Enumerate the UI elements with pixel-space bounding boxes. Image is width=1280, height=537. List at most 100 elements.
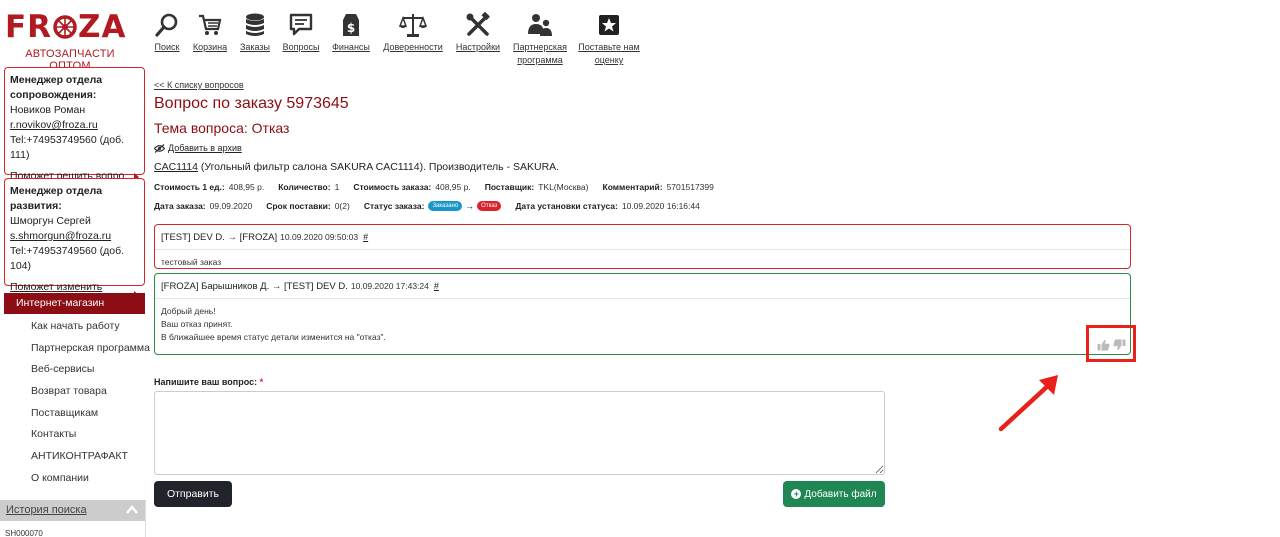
info-label: Комментарий: [602,182,663,192]
message-anchor-link[interactable]: # [434,281,439,291]
info-label: Статус заказа: [363,201,425,211]
message-body: Добрый день! Ваш отказ принят. В ближайш… [155,299,1130,344]
sidebar-menu: Как начать работу Партнерская программа … [31,318,150,492]
search-history-toggle[interactable]: История поиска [0,500,145,521]
nav-settings[interactable]: Настройки [455,12,501,54]
message-header: [FROZA] Барышников Д. → [TEST] DEV D. 10.… [155,274,1130,292]
info-label: Количество: [278,182,331,192]
message-card: [FROZA] Барышников Д. → [TEST] DEV D. 10.… [154,273,1131,355]
nav-orders-label: Заказы [239,42,271,52]
order-cost-value: 408,95 р. [435,182,471,192]
quantity-value: 1 [334,182,340,192]
tools-icon [466,12,490,36]
nav-orders[interactable]: Заказы [239,12,271,54]
add-file-label: Добавить файл [804,488,877,500]
nav-partner-label-2: программа [517,55,563,65]
back-to-questions-link[interactable]: << К списку вопросов [154,80,244,90]
money-bag-icon: $ [343,14,359,36]
thumbs-up-icon[interactable] [1097,339,1110,351]
annotation-arrow-icon [998,375,1058,432]
info-label: Дата заказа: [154,201,206,211]
rating-highlight-box [1086,325,1136,362]
info-label: Поставщик: [484,182,535,192]
nav-questions[interactable]: Вопросы [282,12,320,54]
add-to-archive-label: Добавить в архив [168,143,242,153]
info-label: Стоимость 1 ед.: [154,182,225,192]
sidebar-item-suppliers[interactable]: Поставщикам [31,405,150,427]
scales-icon [399,14,427,37]
send-button[interactable]: Отправить [154,481,232,507]
question-label-text: Напишите ваш вопрос: [154,377,258,387]
question-input-label: Напишите ваш вопрос: * [154,377,263,387]
page-title: Вопрос по заказу 5973645 [154,95,349,112]
manager-phone: Tel:+74953749560 (доб. 111) [10,134,125,161]
nav-rate-label-1: Поставьте нам [578,42,640,52]
required-mark: * [257,377,264,387]
database-icon [246,13,264,36]
delivery-value: 0(2) [334,201,350,211]
message-anchor-link[interactable]: # [363,232,368,242]
manager-title: сопровождения: [10,89,97,101]
message-author: [FROZA] Барышников Д. → [TEST] DEV D. [161,281,348,292]
support-manager-card: Менеджер отдела сопровождения: Новиков Р… [4,67,145,182]
question-textarea[interactable] [154,391,885,475]
add-file-button[interactable]: + Добавить файл [783,481,885,507]
message-line: Ваш отказ принят. [161,319,233,329]
plus-circle-icon: + [791,489,802,499]
sidebar-menu-head[interactable]: Интернет-магазин [4,293,145,314]
search-history-item[interactable]: SH000070 [5,529,43,537]
sidebar-divider [145,500,146,537]
nav-rate-us[interactable]: Поставьте нам оценку [578,12,640,67]
status-badge-ordered: Заказано [428,201,463,211]
part-code-link[interactable]: CAC1114 [154,161,198,173]
arrow-right-icon: → [465,201,475,211]
order-date-value: 09.09.2020 [209,201,253,211]
nav-search-label: Поиск [154,42,180,52]
order-info-line-2: Дата заказа: 09.09.2020 Срок поставки: 0(2… [154,201,714,211]
message-body: тестовый заказ [155,250,1130,269]
message-card: [TEST] DEV D. → [FROZA] 10.09.2020 09:50:… [154,224,1131,269]
comment-value: 5701517399 [666,182,714,192]
sidebar-item-partner-program[interactable]: Партнерская программа [31,340,150,362]
nav-partner-program[interactable]: Партнерская программа [512,12,568,67]
info-label: Срок поставки: [266,201,331,211]
nav-powers-label: Доверенности [383,42,443,52]
manager-phone: Tel:+74953749560 (доб. 104) [10,245,125,272]
question-topic: Тема вопроса: Отказ [154,120,290,136]
chevron-up-icon [126,505,138,514]
sidebar-item-anticounterfeit[interactable]: АНТИКОНТРАФАКТ [31,448,150,470]
sidebar-item-web-services[interactable]: Веб-сервисы [31,361,150,383]
unit-price-value: 408,95 р. [228,182,265,192]
status-date-value: 10.09.2020 16:16:44 [621,201,700,211]
message-line: тестовый заказ [161,257,222,267]
message-date: 10.09.2020 09:50:03 [280,232,359,242]
cart-icon [199,14,222,35]
add-to-archive-link[interactable]: Добавить в архив [154,143,242,153]
manager-title: Менеджер отдела [10,185,103,197]
froza-logo[interactable]: FR ZA АВТОЗАПЧАСТИ ОПТОМ [5,10,135,72]
thumbs-down-icon[interactable] [1113,339,1126,351]
status-badge-refused: Отказ [477,201,502,211]
sidebar-item-contacts[interactable]: Контакты [31,426,150,448]
sidebar-item-returns[interactable]: Возврат товара [31,383,150,405]
logo-word-left: FR [5,9,53,45]
nav-questions-label: Вопросы [282,42,320,52]
star-icon [599,15,619,35]
nav-powers[interactable]: Доверенности [383,12,443,54]
message-header: [TEST] DEV D. → [FROZA] 10.09.2020 09:50:… [155,225,1130,243]
nav-cart[interactable]: Корзина [192,12,228,54]
search-icon [155,13,178,37]
logo-wordmark: FR ZA [5,10,135,44]
supplier-value: TKL(Москва) [538,182,589,192]
message-line: В ближайшее время статус детали изменитс… [161,332,386,342]
message-line: Добрый день! [161,306,216,316]
sidebar-item-about[interactable]: О компании [31,470,150,492]
manager-email-link[interactable]: r.novikov@froza.ru [10,118,139,133]
manager-email-link[interactable]: s.shmorgun@froza.ru [10,229,139,244]
nav-search[interactable]: Поиск [152,12,182,54]
message-author: [TEST] DEV D. → [FROZA] [161,232,278,243]
sidebar-item-getting-started[interactable]: Как начать работу [31,318,150,340]
nav-finance[interactable]: $ Финансы [332,12,370,54]
search-history-label: История поиска [6,504,87,516]
info-label: Стоимость заказа: [353,182,432,192]
